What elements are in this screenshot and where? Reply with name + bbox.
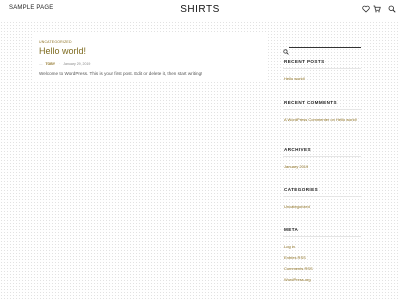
meta-link-comments-rss[interactable]: Comments RSS (284, 266, 362, 273)
post-excerpt: Welcome to WordPress. This is your first… (39, 71, 203, 76)
recent-post-link[interactable]: Hello world! (284, 76, 362, 83)
post-author-link[interactable]: TOBY (45, 62, 55, 66)
sidebar-search[interactable] (283, 42, 361, 55)
post-title-link[interactable]: Hello world! (39, 46, 86, 56)
heart-icon[interactable] (362, 5, 370, 13)
widget-title-meta: Meta (284, 227, 299, 232)
divider (283, 68, 361, 69)
search-input[interactable] (289, 47, 361, 48)
post-meta: — TOBY · January 29, 2019 (39, 62, 90, 66)
meta-link-login[interactable]: Log in (284, 244, 362, 251)
archive-link[interactable]: January 2019 (284, 164, 362, 171)
meta-link-entries-rss[interactable]: Entries RSS (284, 255, 362, 262)
widget-title-archives: Archives (284, 147, 311, 152)
meta-separator: · (59, 62, 61, 66)
divider (283, 236, 361, 237)
divider (283, 156, 361, 157)
divider (283, 109, 361, 110)
meta-dash: — (39, 62, 43, 66)
meta-link-wordpress-org[interactable]: WordPress.org (284, 277, 362, 284)
post-category-link[interactable]: Uncategorized (39, 40, 72, 44)
site-header: Sample Page SHIRTS (0, 0, 400, 20)
search-icon[interactable] (388, 5, 396, 13)
post-date-link[interactable]: January 29, 2019 (63, 62, 90, 66)
widget-title-recent-comments: Recent Comments (284, 100, 337, 105)
recent-comment-link[interactable]: A WordPress Commenter on Hello world! (284, 117, 360, 124)
category-link[interactable]: Uncategorized (284, 204, 362, 211)
site-title[interactable]: SHIRTS (0, 4, 400, 15)
cart-icon[interactable] (373, 5, 381, 13)
divider (283, 196, 361, 197)
widget-title-recent-posts: Recent Posts (284, 59, 325, 64)
widget-title-categories: Categories (284, 187, 319, 192)
